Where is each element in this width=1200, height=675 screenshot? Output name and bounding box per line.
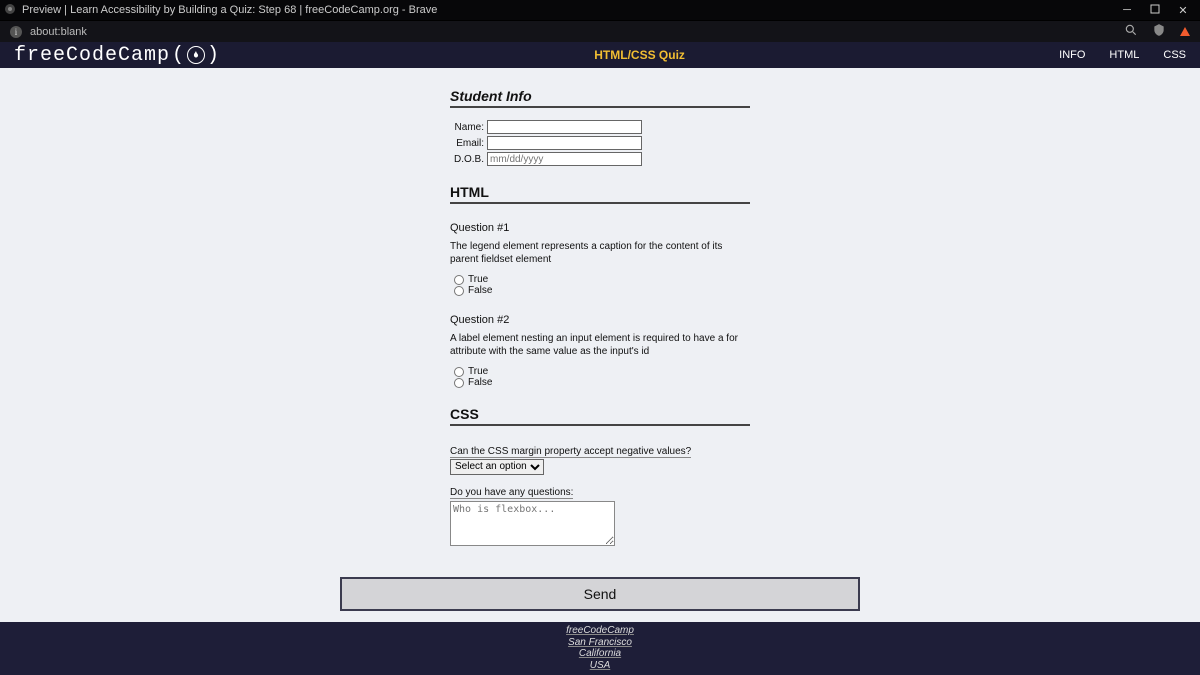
nav-html[interactable]: HTML xyxy=(1109,49,1139,61)
page-footer: freeCodeCamp San Francisco California US… xyxy=(0,622,1200,675)
q2-false-label: False xyxy=(468,377,492,388)
window-titlebar: Preview | Learn Accessibility by Buildin… xyxy=(0,0,1200,20)
logo: freeCodeCamp ( ) xyxy=(14,44,220,67)
email-label: Email: xyxy=(450,138,484,149)
dob-label: D.O.B. xyxy=(450,154,484,165)
css-heading: CSS xyxy=(450,406,750,426)
search-icon[interactable] xyxy=(1124,23,1138,40)
page-viewport: freeCodeCamp ( ) HTML/CSS Quiz INFO HTML… xyxy=(0,42,1200,675)
url-text[interactable]: about:blank xyxy=(30,26,87,38)
q2-title: Question #2 xyxy=(450,314,750,326)
q2-true-label: True xyxy=(468,366,488,377)
css-q-text: Can the CSS margin property accept negat… xyxy=(450,446,691,458)
page-header: freeCodeCamp ( ) HTML/CSS Quiz INFO HTML… xyxy=(0,42,1200,68)
footer-line-4: USA xyxy=(0,660,1200,672)
close-button[interactable]: ✕ xyxy=(1176,4,1190,17)
page-content[interactable]: Student Info Name: Email: D.O.B. HTML Qu… xyxy=(0,68,1200,649)
site-info-icon[interactable]: i xyxy=(10,26,22,38)
q2-true-radio[interactable] xyxy=(454,367,464,377)
logo-text: freeCodeCamp xyxy=(14,44,170,67)
footer-line-1: freeCodeCamp xyxy=(0,625,1200,637)
shields-icon[interactable] xyxy=(1152,23,1166,40)
window-title: Preview | Learn Accessibility by Buildin… xyxy=(22,4,437,16)
app-icon xyxy=(4,3,16,18)
maximize-button[interactable] xyxy=(1148,4,1162,17)
q1-true-label: True xyxy=(468,274,488,285)
send-button[interactable]: Send xyxy=(340,577,860,611)
nav-css[interactable]: CSS xyxy=(1163,49,1186,61)
footer-line-3: California xyxy=(0,648,1200,660)
css-select[interactable]: Select an option xyxy=(450,459,544,475)
q2-true-option[interactable]: True xyxy=(454,366,750,377)
questions-textarea[interactable] xyxy=(450,501,615,546)
email-input[interactable] xyxy=(487,136,642,150)
q1-false-option[interactable]: False xyxy=(454,285,750,296)
browser-address-bar: i about:blank xyxy=(0,20,1200,42)
q2-false-radio[interactable] xyxy=(454,378,464,388)
q1-false-label: False xyxy=(468,285,492,296)
name-label: Name: xyxy=(450,122,484,133)
html-heading: HTML xyxy=(450,184,750,204)
q1-true-option[interactable]: True xyxy=(454,274,750,285)
q1-false-radio[interactable] xyxy=(454,286,464,296)
brave-rewards-icon[interactable] xyxy=(1180,27,1190,36)
minimize-button[interactable]: ─ xyxy=(1120,4,1134,16)
page-title: HTML/CSS Quiz xyxy=(594,48,685,62)
q2-false-option[interactable]: False xyxy=(454,377,750,388)
nav-info[interactable]: INFO xyxy=(1059,49,1085,61)
q1-text: The legend element represents a caption … xyxy=(450,240,750,266)
q1-title: Question #1 xyxy=(450,222,750,234)
textarea-label: Do you have any questions: xyxy=(450,487,573,499)
dob-input[interactable] xyxy=(487,152,642,166)
header-nav: INFO HTML CSS xyxy=(1059,49,1186,61)
q1-true-radio[interactable] xyxy=(454,275,464,285)
footer-line-2: San Francisco xyxy=(0,637,1200,649)
q2-text: A label element nesting an input element… xyxy=(450,332,750,358)
student-info-heading: Student Info xyxy=(450,88,750,108)
name-input[interactable] xyxy=(487,120,642,134)
flame-icon xyxy=(187,46,205,64)
